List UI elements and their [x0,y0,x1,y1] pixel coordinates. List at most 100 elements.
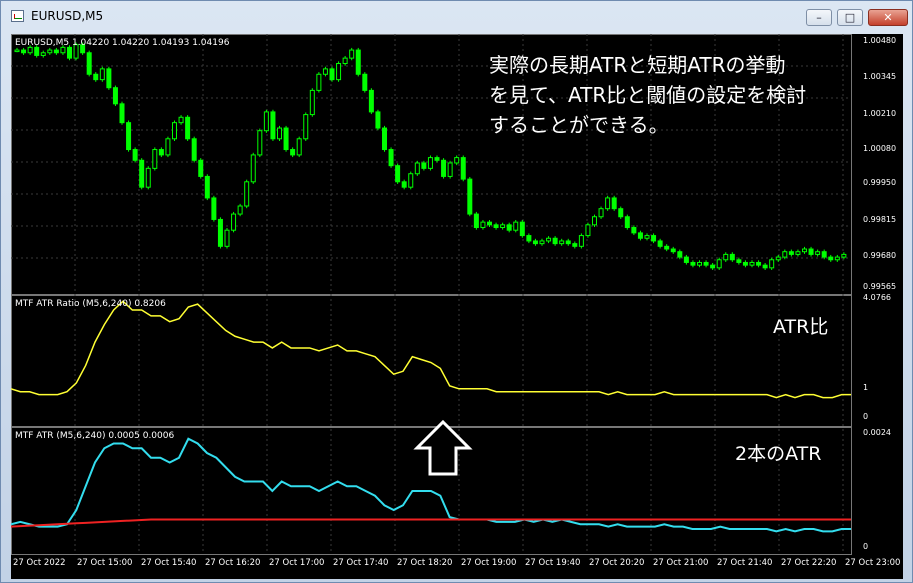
candle-body [664,245,670,250]
candle-body [683,256,689,263]
atr-line-long [11,518,851,528]
price-tick-label: 0.99680 [863,251,897,261]
candle-body [178,116,184,124]
time-tick-label: 27 Oct 18:20 [397,558,453,568]
candle-body [716,259,722,269]
candle-body [500,224,506,229]
candle-body [362,73,368,91]
annotation-line-3: することができる。 [489,113,669,137]
chart-area[interactable]: EURUSD,M5 1.04220 1.04220 1.04193 1.0419… [11,34,903,579]
time-tick-label: 27 Oct 21:00 [653,558,709,568]
candle-body [316,73,322,91]
candle-body [513,221,519,231]
time-tick-label: 27 Oct 22:20 [781,558,837,568]
candle-body [237,205,243,215]
close-icon: ✕ [883,11,893,24]
candle-body [368,89,374,113]
price-tick-label: 0.99815 [863,214,897,224]
candle-body [427,157,433,169]
candle-body [749,261,755,266]
candle-body [802,248,807,253]
time-tick-label: 27 Oct 17:00 [269,558,325,568]
time-tick-label: 27 Oct 23:00 [845,558,901,568]
candle-body [355,49,361,75]
candle-body [283,127,289,151]
candle-body [14,49,20,53]
candle-body [828,256,834,261]
candle-body [519,221,525,237]
price-tick-label: 1.00210 [863,108,897,118]
candle-body [40,52,46,56]
candle-body [769,259,775,269]
maximize-button[interactable]: □ [837,9,863,26]
candle-body [592,216,597,226]
candle-body [303,114,309,140]
candle-body [447,162,453,177]
candle-body [263,111,269,132]
candle-body [349,49,355,59]
price-tick-label: 0.99950 [863,178,897,188]
candle-body [231,213,237,231]
ratio-tick-label: 4.0766 [863,293,891,302]
ratio-tick-label: 0 [863,412,869,421]
candle-body [53,49,59,54]
annotation-line-2: を見て、ATR比と閾値の設定を検討 [489,83,807,107]
candle-body [217,218,223,247]
candle-body [821,251,827,258]
candle-body [145,167,151,188]
candle-body [539,240,545,245]
candle-body [782,251,788,258]
candle-body [198,159,204,177]
candle-body [703,261,709,266]
candle-body [172,122,177,140]
candle-body [296,138,302,156]
candle-body [152,149,158,169]
candle-body [815,251,821,255]
candle-body [585,224,591,237]
candle-body [34,46,40,56]
candle-body [454,157,460,164]
candle-body [506,224,512,231]
price-tick-label: 1.00480 [863,36,897,45]
up-arrow-shape [413,419,473,476]
candle-body [657,240,663,247]
time-tick-label: 27 Oct 16:20 [205,558,261,568]
candle-body [710,264,716,269]
candle-body [158,149,164,156]
minimize-button[interactable]: – [806,9,832,26]
candle-body [552,237,558,245]
candle-body [270,111,276,140]
candle-body [434,157,440,161]
candle-body [382,127,387,151]
candle-body [309,89,315,116]
candle-body [21,49,27,54]
candle-body [598,208,604,218]
candle-body [99,68,105,81]
candle-body [841,253,847,258]
annotation-line-1: 実際の長期ATRと短期ATRの挙動 [489,53,786,77]
candle-body [808,248,814,255]
candle-body [637,232,643,239]
time-tick-label: 27 Oct 20:20 [589,558,645,568]
atr-header: MTF ATR (M5,6,240) 0.0005 0.0006 [15,431,175,441]
candle-body [775,256,781,261]
candle-body [644,235,650,239]
candle-body [277,127,282,140]
candle-body [624,216,630,229]
panel-frame-1 [11,295,852,427]
time-tick-label: 27 Oct 2022 [13,558,66,568]
close-button[interactable]: ✕ [868,9,908,26]
candle-body [204,175,210,199]
atr-tick-label: 0.0024 [863,428,891,437]
title-bar[interactable]: EURUSD,M5 – □ ✕ [1,1,912,31]
candle-body [401,181,407,188]
candle-body [441,159,447,177]
time-tick-label: 27 Oct 15:00 [77,558,133,568]
candle-body [480,221,486,229]
candle-body [93,73,99,81]
candle-body [408,173,414,188]
price-header: EURUSD,M5 1.04220 1.04220 1.04193 1.0419… [15,38,230,48]
candle-body [742,261,748,266]
candle-body [112,87,118,105]
candle-body [414,162,420,175]
